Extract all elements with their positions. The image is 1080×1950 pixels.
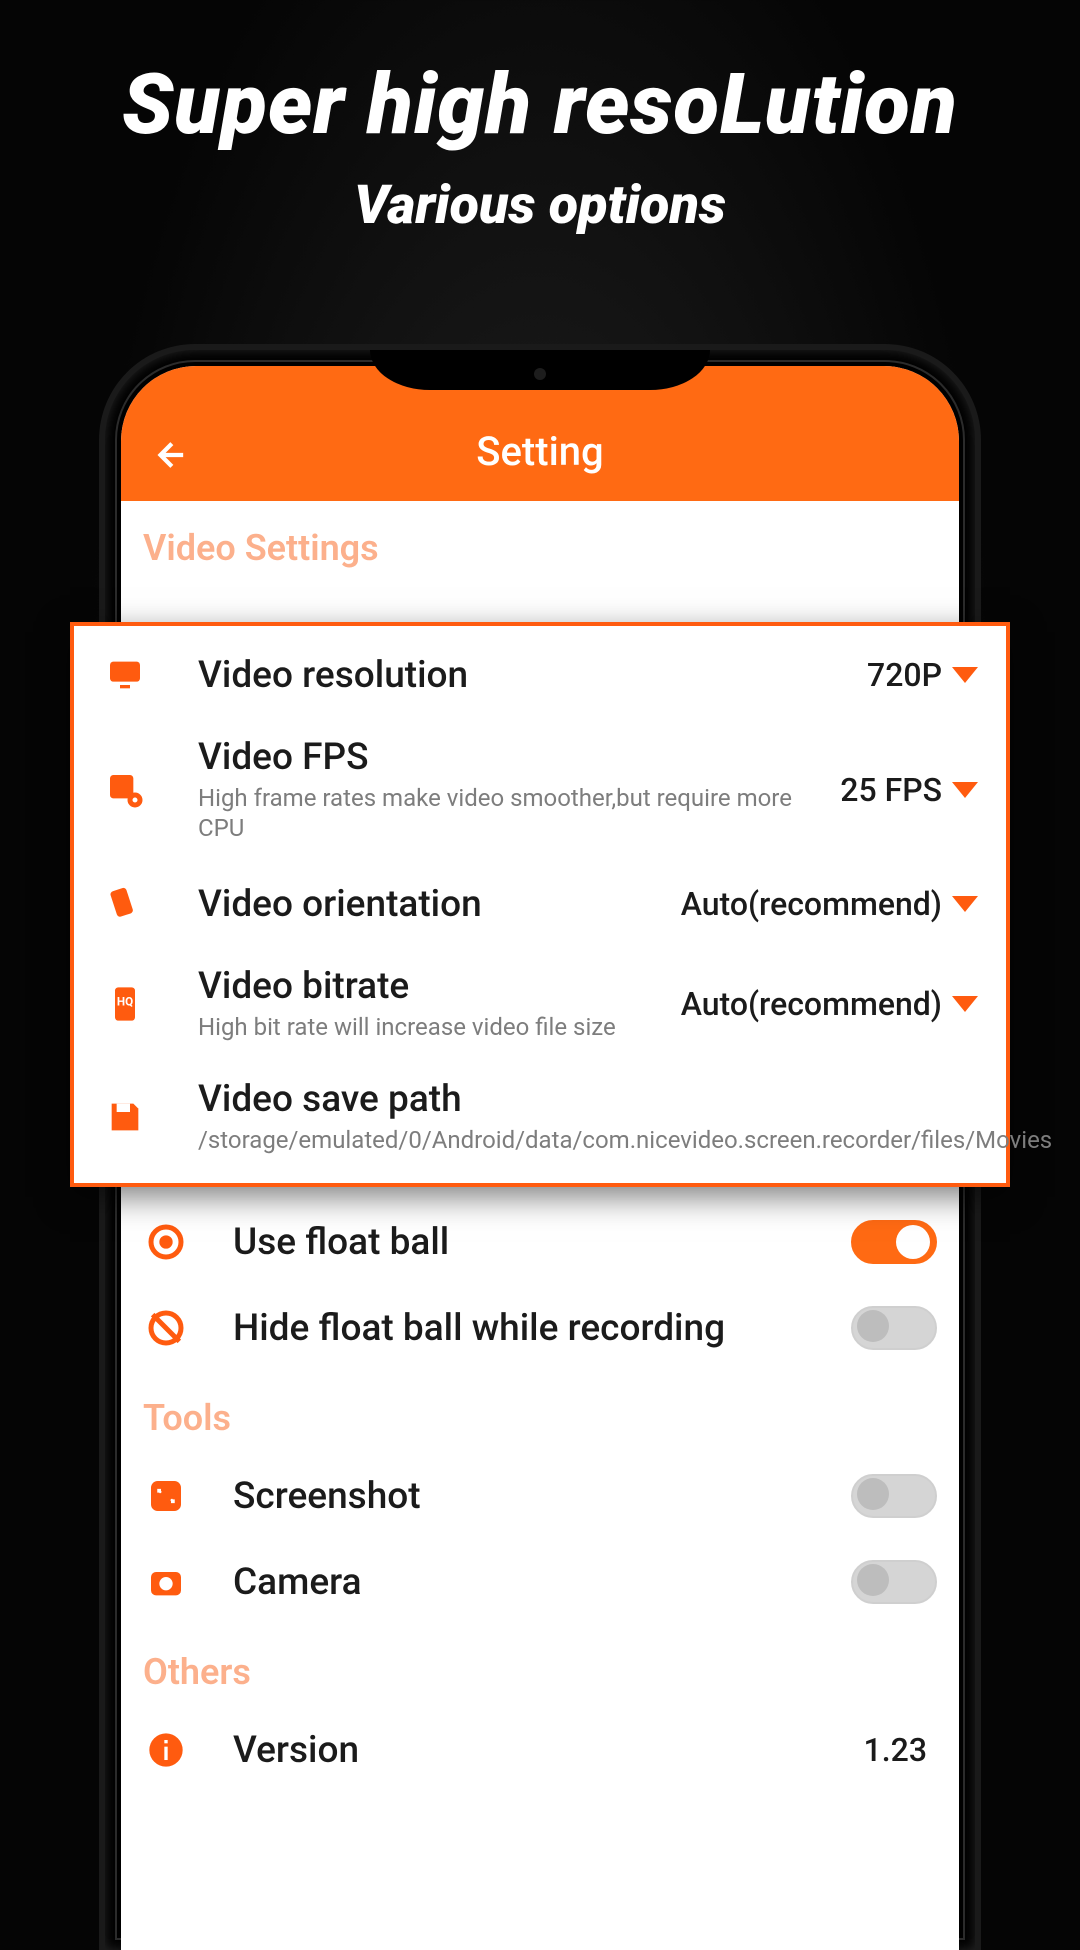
chevron-down-icon bbox=[952, 667, 978, 683]
setting-label: Camera bbox=[233, 1561, 851, 1604]
setting-hide-float[interactable]: Hide float ball while recording bbox=[121, 1285, 959, 1371]
save-icon bbox=[102, 1094, 148, 1140]
promo-hero: Super high resoLution Various options bbox=[0, 55, 1080, 237]
phone-notch bbox=[370, 350, 710, 390]
setting-label: Video save path bbox=[198, 1078, 978, 1121]
setting-camera[interactable]: Camera bbox=[121, 1539, 959, 1625]
record-dot-icon bbox=[143, 1219, 189, 1265]
setting-orientation[interactable]: Video orientation Auto(recommend) bbox=[74, 861, 1006, 947]
setting-save-path[interactable]: Video save path /storage/emulated/0/Andr… bbox=[74, 1060, 1006, 1173]
back-arrow-icon[interactable] bbox=[149, 435, 189, 475]
film-search-icon bbox=[102, 767, 148, 813]
setting-value: 1.23 bbox=[864, 1731, 927, 1769]
chevron-down-icon bbox=[952, 896, 978, 912]
setting-screenshot[interactable]: Screenshot bbox=[121, 1453, 959, 1539]
rotate-device-icon bbox=[102, 881, 148, 927]
setting-label: Hide float ball while recording bbox=[233, 1307, 851, 1350]
target-slash-icon bbox=[143, 1305, 189, 1351]
chevron-down-icon bbox=[952, 996, 978, 1012]
setting-label: Use float ball bbox=[233, 1221, 851, 1264]
setting-fps[interactable]: Video FPS High frame rates make video sm… bbox=[74, 718, 1006, 861]
hero-subtitle: Various options bbox=[0, 174, 1080, 237]
app-bar-title: Setting bbox=[476, 428, 603, 475]
setting-resolution[interactable]: Video resolution 720P bbox=[74, 632, 1006, 718]
setting-value: 720P bbox=[867, 656, 942, 694]
setting-value: Auto(recommend) bbox=[681, 985, 942, 1023]
section-others-header: Others bbox=[121, 1625, 959, 1707]
hq-phone-icon: HQ bbox=[102, 981, 148, 1027]
setting-bitrate[interactable]: HQ Video bitrate High bit rate will incr… bbox=[74, 947, 1006, 1060]
expand-icon bbox=[143, 1473, 189, 1519]
setting-label: Video bitrate bbox=[198, 965, 681, 1008]
setting-value: 25 FPS bbox=[840, 771, 942, 809]
highlight-card-video-settings: Video resolution 720P Video FPS High fra… bbox=[70, 622, 1010, 1187]
setting-label: Screenshot bbox=[233, 1475, 851, 1518]
setting-float-ball[interactable]: Use float ball bbox=[121, 1199, 959, 1285]
setting-desc: High frame rates make video smoother,but… bbox=[198, 783, 840, 843]
svg-text:HQ: HQ bbox=[117, 994, 133, 1008]
info-icon bbox=[143, 1727, 189, 1773]
toggle-hide-float[interactable] bbox=[851, 1306, 937, 1350]
setting-label: Video resolution bbox=[198, 654, 867, 697]
toggle-camera[interactable] bbox=[851, 1560, 937, 1604]
setting-version: Version 1.23 bbox=[121, 1707, 959, 1793]
setting-value: Auto(recommend) bbox=[681, 885, 942, 923]
setting-label: Version bbox=[233, 1729, 864, 1772]
camera-icon bbox=[143, 1559, 189, 1605]
setting-label: Video FPS bbox=[198, 736, 840, 779]
setting-desc: /storage/emulated/0/Android/data/com.nic… bbox=[198, 1125, 978, 1155]
section-tools-header: Tools bbox=[121, 1371, 959, 1453]
setting-desc: High bit rate will increase video file s… bbox=[198, 1012, 681, 1042]
toggle-screenshot[interactable] bbox=[851, 1474, 937, 1518]
toggle-float-ball[interactable] bbox=[851, 1220, 937, 1264]
chevron-down-icon bbox=[952, 782, 978, 798]
setting-label: Video orientation bbox=[198, 883, 681, 926]
hero-title: Super high resoLution bbox=[0, 55, 1080, 154]
monitor-icon bbox=[102, 652, 148, 698]
section-video-header: Video Settings bbox=[121, 501, 959, 583]
